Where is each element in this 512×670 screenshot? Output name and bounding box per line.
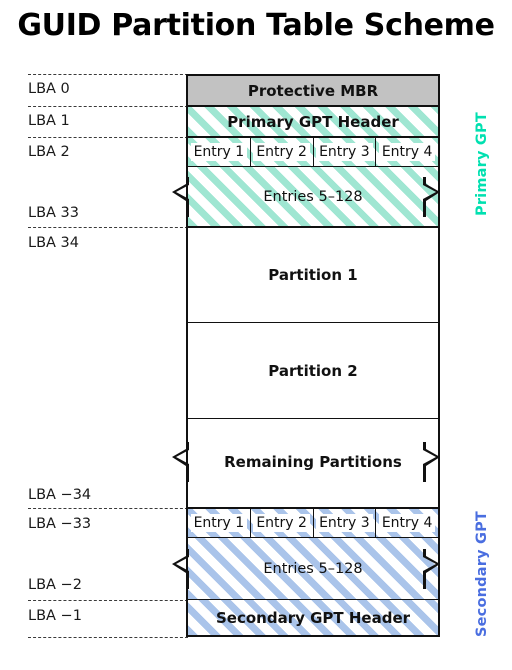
gpt-scheme-diagram: LBA 0 LBA 1 LBA 2 LBA 33 LBA 34 LBA −34 … bbox=[0, 0, 512, 670]
side-label-primary-gpt: Primary GPT bbox=[474, 112, 490, 216]
entry-cell-primary-2: Entry 2 bbox=[251, 138, 314, 166]
side-label-secondary-gpt: Secondary GPT bbox=[474, 511, 490, 637]
leader-line-lba2 bbox=[28, 137, 188, 138]
block-primary-gpt-header: Primary GPT Header bbox=[186, 107, 440, 138]
entry-label: Entry 1 bbox=[190, 142, 248, 162]
leader-line-bottom bbox=[28, 637, 188, 638]
leader-line-lba0-top bbox=[28, 74, 188, 75]
lba-label-34: LBA 34 bbox=[28, 235, 80, 251]
entry-label: Entry 4 bbox=[378, 513, 436, 533]
entry-label: Entry 3 bbox=[316, 513, 373, 533]
lba-label-minus-34: LBA −34 bbox=[28, 487, 92, 503]
block-remaining-partitions-label: Remaining Partitions bbox=[224, 453, 402, 471]
leader-line-lba-minus33 bbox=[28, 508, 188, 509]
entry-label: Entry 4 bbox=[378, 142, 436, 162]
leader-line-lba34 bbox=[28, 227, 188, 228]
block-partition-2-label: Partition 2 bbox=[268, 361, 358, 380]
block-protective-mbr-label: Protective MBR bbox=[247, 81, 379, 100]
leader-line-lba1 bbox=[28, 106, 188, 107]
entry-cell-primary-4: Entry 4 bbox=[376, 138, 438, 166]
block-secondary-gpt-header: Secondary GPT Header bbox=[186, 600, 440, 637]
leader-line-lba-minus1 bbox=[28, 600, 188, 601]
entry-cell-secondary-2: Entry 2 bbox=[251, 509, 314, 537]
entry-label: Entry 2 bbox=[253, 513, 310, 533]
block-partition-2: Partition 2 bbox=[186, 323, 440, 419]
lba-label-2: LBA 2 bbox=[28, 144, 70, 160]
lba-label-minus-1: LBA −1 bbox=[28, 608, 82, 624]
lba-label-minus-2: LBA −2 bbox=[28, 577, 82, 593]
block-protective-mbr: Protective MBR bbox=[186, 74, 440, 107]
block-partition-1-label: Partition 1 bbox=[268, 266, 358, 284]
entry-cell-primary-1: Entry 1 bbox=[188, 138, 251, 166]
entry-cell-secondary-3: Entry 3 bbox=[314, 509, 377, 537]
block-primary-entries-1-4: Entry 1 Entry 2 Entry 3 Entry 4 bbox=[186, 138, 440, 167]
entry-cell-secondary-4: Entry 4 bbox=[376, 509, 438, 537]
block-secondary-entries-1-4: Entry 1 Entry 2 Entry 3 Entry 4 bbox=[186, 509, 440, 538]
block-primary-gpt-header-label: Primary GPT Header bbox=[227, 112, 399, 131]
block-partition-1: Partition 1 bbox=[186, 228, 440, 323]
lba-label-minus-33: LBA −33 bbox=[28, 516, 92, 532]
lba-label-0: LBA 0 bbox=[28, 81, 70, 97]
entry-label: Entry 2 bbox=[253, 142, 310, 162]
block-primary-entries-5-128-label: Entries 5–128 bbox=[263, 189, 363, 205]
block-secondary-entries-5-128-label: Entries 5–128 bbox=[263, 561, 363, 577]
block-secondary-gpt-header-label: Secondary GPT Header bbox=[215, 608, 411, 627]
entry-label: Entry 3 bbox=[316, 142, 373, 162]
entry-cell-primary-3: Entry 3 bbox=[314, 138, 377, 166]
entry-cell-secondary-1: Entry 1 bbox=[188, 509, 251, 537]
entry-label: Entry 1 bbox=[190, 513, 248, 533]
lba-label-1: LBA 1 bbox=[28, 113, 70, 129]
lba-label-33: LBA 33 bbox=[28, 205, 80, 221]
